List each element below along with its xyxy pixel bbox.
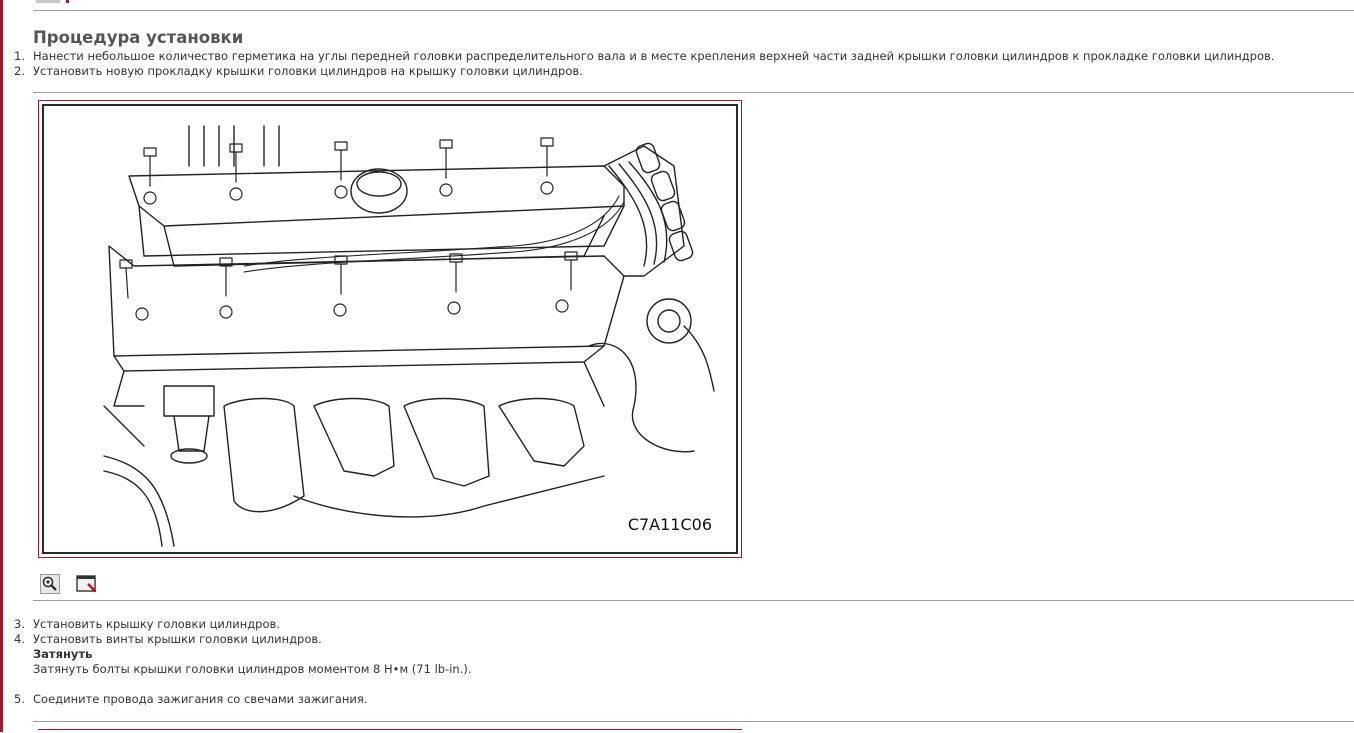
zoom-in-button[interactable] <box>40 574 60 594</box>
engine-figure: C7A11C06 <box>38 100 742 558</box>
step-3: 3. Установить крышку головки цилиндров. <box>14 617 280 631</box>
step-1: 1. Нанести небольшое количество герметика… <box>14 49 1274 63</box>
divider <box>33 10 1354 11</box>
next-figure-frame <box>38 729 742 733</box>
step-text: Соедините провода зажигания со свечами з… <box>33 692 368 706</box>
step-number: 3. <box>14 617 25 631</box>
step-text: Установить новую прокладку крышки головк… <box>33 64 583 78</box>
torque-heading: Затянуть <box>33 647 93 661</box>
step-text: Нанести небольшое количество герметика н… <box>33 49 1275 63</box>
step-number: 5. <box>14 692 25 706</box>
divider <box>33 92 1354 93</box>
step-text: Установить винты крышки головки цилиндро… <box>33 632 322 646</box>
figure-code: C7A11C06 <box>627 515 712 534</box>
divider <box>33 600 1354 601</box>
step-number: 2. <box>14 64 25 78</box>
step-2: 2. Установить новую прокладку крышки голо… <box>14 64 583 78</box>
zoom-in-icon <box>40 574 60 594</box>
step-text: Установить крышку головки цилиндров. <box>33 617 280 631</box>
step-4: 4. Установить винты крышки головки цилинд… <box>14 632 322 646</box>
engine-illustration <box>103 125 715 547</box>
divider <box>33 721 1354 722</box>
open-window-button[interactable] <box>76 574 97 594</box>
torque-spec: Затянуть болты крышки головки цилиндров … <box>33 662 472 676</box>
section-title: Процедура установки <box>33 28 244 47</box>
step-5: 5. Соедините провода зажигания со свечами… <box>14 692 367 706</box>
figure-frame: C7A11C06 <box>42 104 738 554</box>
open-window-icon <box>76 575 97 593</box>
top-icon-strip <box>36 0 76 4</box>
step-number: 1. <box>14 49 25 63</box>
step-number: 4. <box>14 632 25 646</box>
left-accent-bar <box>0 0 3 732</box>
